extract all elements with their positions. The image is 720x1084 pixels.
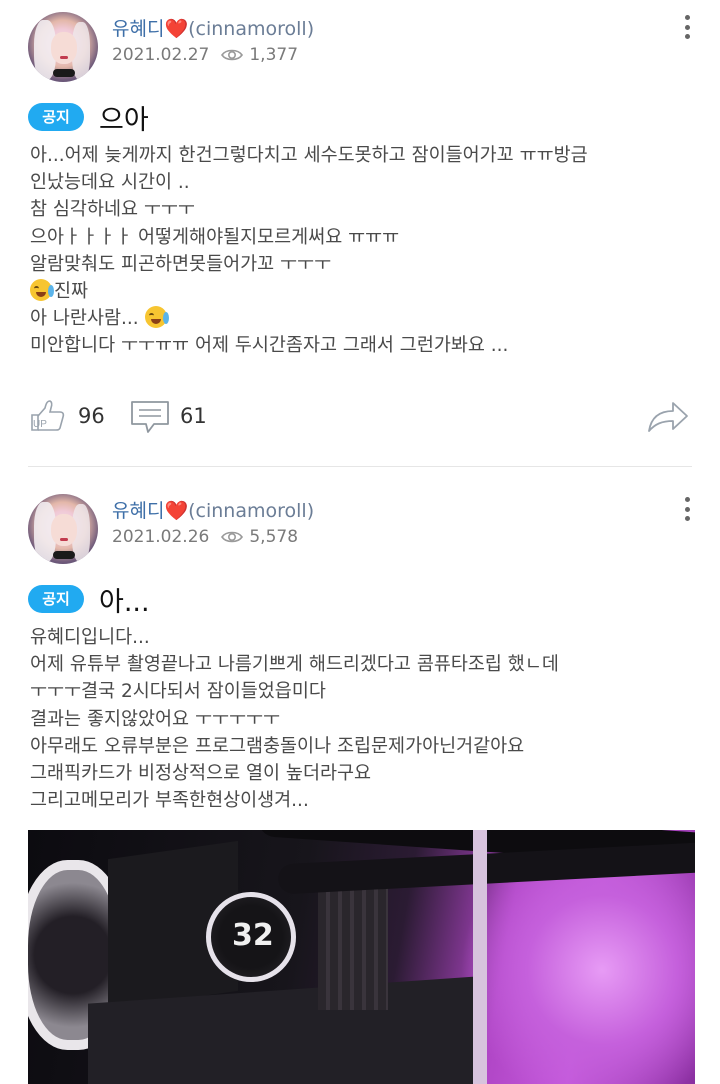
heart-icon: ❤️ bbox=[164, 500, 189, 522]
post-actions: UP 96 61 bbox=[28, 398, 692, 438]
body-line: 인났능데요 시간이 .. bbox=[30, 172, 190, 194]
crying-laughing-emoji-icon bbox=[30, 279, 54, 302]
post-title[interactable]: 아... bbox=[99, 580, 150, 619]
body-line: 으아ㅏㅏㅏㅏ 어떻게해야될지모르게써요 ㅠㅠㅠ bbox=[30, 226, 400, 248]
like-button[interactable]: UP 96 bbox=[28, 398, 105, 434]
comment-button[interactable]: 61 bbox=[130, 398, 207, 434]
eye-icon bbox=[221, 49, 244, 61]
body-line: 참 심각하네요 ㅜㅜㅜ bbox=[30, 199, 195, 221]
body-line: 그리고메모리가 부족한현상이생겨... bbox=[30, 790, 309, 812]
thumbs-up-icon: UP bbox=[31, 400, 65, 431]
body-line: 그래픽카드가 비정상적으로 열이 높더라구요 bbox=[30, 763, 372, 785]
case-frame bbox=[473, 830, 487, 1084]
post-divider bbox=[28, 466, 692, 467]
body-line-with-emoji: 아 나란사람... bbox=[30, 305, 700, 332]
share-button[interactable] bbox=[647, 398, 689, 434]
body-line: 어제 유튜부 촬영끝나고 나름기쁘게 해드리겠다고 콤퓨타조립 했ㄴ데 bbox=[30, 654, 559, 676]
post-card: 유혜디❤️(cinnamoroll) 2021.02.27 1,377 공지 으… bbox=[0, 0, 720, 466]
crying-laughing-emoji-icon bbox=[144, 306, 169, 329]
pump-display-text: 32 bbox=[232, 918, 274, 953]
comment-count: 61 bbox=[180, 404, 207, 428]
post-body[interactable]: 아...어제 늦게까지 한건그렇다치고 세수도못하고 잠이들어가꼬 ㅠㅠ방금 인… bbox=[30, 142, 700, 360]
post-title[interactable]: 으아 bbox=[99, 98, 149, 137]
view-count: 1,377 bbox=[249, 45, 299, 65]
author-name[interactable]: 유혜디❤️(cinnamoroll) bbox=[112, 14, 314, 41]
like-count: 96 bbox=[78, 404, 105, 428]
post-meta: 2021.02.27 1,377 bbox=[112, 45, 298, 65]
author-handle: (cinnamoroll) bbox=[188, 500, 315, 522]
author-nickname: 유혜디 bbox=[112, 500, 165, 522]
body-line: 알람맞춰도 피곤하면못들어가꼬 ㅜㅜㅜ bbox=[30, 253, 332, 275]
author-nickname: 유혜디 bbox=[112, 18, 165, 40]
share-arrow-icon bbox=[648, 402, 688, 432]
post-date: 2021.02.27 bbox=[112, 45, 210, 65]
post-meta: 2021.02.26 5,578 bbox=[112, 527, 298, 547]
body-line: 미안합니다 ㅜㅜㅠㅠ 어제 두시간좀자고 그래서 그런가봐요 ... bbox=[30, 335, 509, 357]
body-line: 유혜디입니다... bbox=[30, 627, 150, 648]
svg-text:UP: UP bbox=[33, 419, 47, 430]
view-count: 5,578 bbox=[249, 527, 299, 547]
author-handle: (cinnamoroll) bbox=[188, 18, 315, 40]
avatar[interactable] bbox=[28, 494, 98, 564]
body-line: ㅜㅜㅜ결국 2시다되서 잠이들었읍미다 bbox=[30, 681, 326, 703]
avatar[interactable] bbox=[28, 12, 98, 82]
comment-icon bbox=[131, 401, 169, 433]
notice-badge: 공지 bbox=[28, 103, 84, 131]
eye-icon bbox=[221, 531, 244, 543]
post-body[interactable]: 유혜디입니다... 어제 유튜부 촬영끝나고 나름기쁘게 해드리겠다고 콤퓨타조… bbox=[30, 624, 700, 814]
post-photo[interactable]: 32 bbox=[28, 830, 695, 1084]
author-name[interactable]: 유혜디❤️(cinnamoroll) bbox=[112, 496, 314, 523]
kebab-menu-icon[interactable] bbox=[678, 495, 696, 523]
post-card: 유혜디❤️(cinnamoroll) 2021.02.26 5,578 공지 아… bbox=[0, 482, 720, 1084]
body-line: 아무래도 오류부분은 프로그램충돌이나 조립문제가아닌거같아요 bbox=[30, 735, 525, 757]
post-date: 2021.02.26 bbox=[112, 527, 210, 547]
kebab-menu-icon[interactable] bbox=[678, 13, 696, 41]
body-line: 결과는 좋지않았어요 ㅜㅜㅜㅜㅜ bbox=[30, 708, 281, 730]
heart-icon: ❤️ bbox=[164, 18, 189, 40]
body-line: 아...어제 늦게까지 한건그렇다치고 세수도못하고 잠이들어가꼬 ㅠㅠ방금 bbox=[30, 145, 588, 166]
body-line-with-emoji: 진짜 bbox=[30, 278, 700, 305]
notice-badge: 공지 bbox=[28, 585, 84, 613]
